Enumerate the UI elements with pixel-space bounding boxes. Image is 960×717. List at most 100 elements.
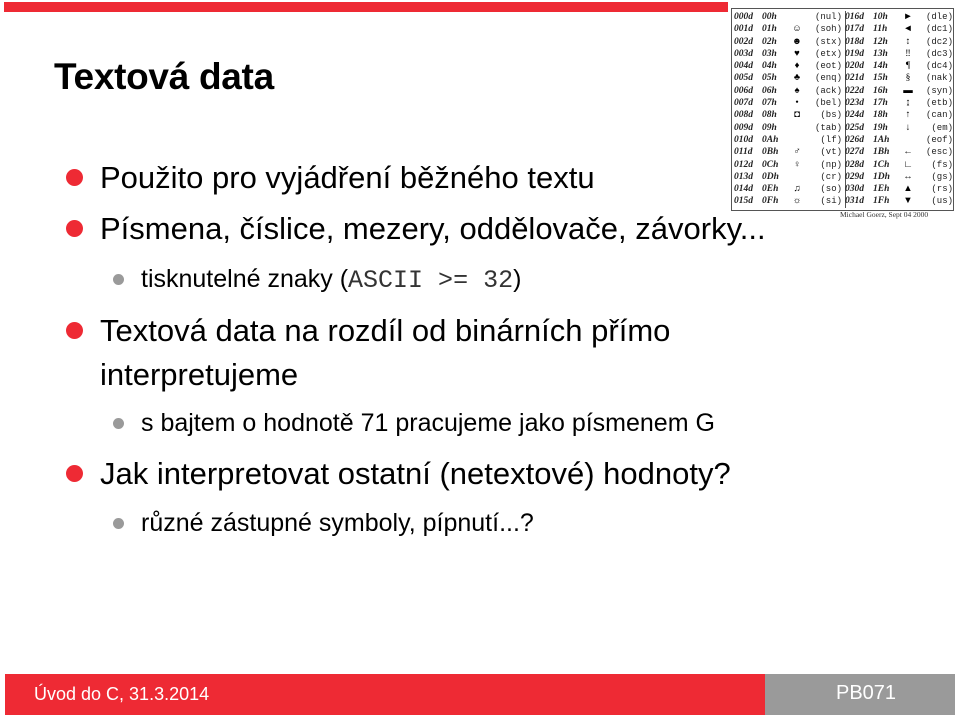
ascii-dec-code: 015d <box>734 196 753 207</box>
ascii-hex-code: 15h <box>873 73 888 84</box>
ascii-dec-code: 001d <box>734 24 753 35</box>
ascii-dec-code: 016d <box>845 12 864 22</box>
ascii-table-row: 004d 04h ♦ (eot) <box>734 60 845 72</box>
ascii-symbol: ☺ <box>792 24 802 35</box>
ascii-hex-code: 09h <box>762 122 777 133</box>
ascii-symbol: ♀ <box>793 159 801 170</box>
ascii-table-row: 021d 15h § (nak) <box>845 72 956 84</box>
ascii-hex-code: 13h <box>873 48 888 59</box>
ascii-symbol: ♥ <box>794 48 800 59</box>
ascii-control-name: (eot) <box>814 61 842 72</box>
ascii-dec-code: 024d <box>845 110 864 121</box>
ascii-control-name: (dc1) <box>925 24 953 35</box>
ascii-table-row: 030d 1Eh ▲ (rs) <box>845 183 956 195</box>
ascii-table-row: 000d 00h (nul) <box>734 11 845 23</box>
ascii-table-row: 001d 01h ☺ (soh) <box>734 23 845 35</box>
ascii-dec-code: 017d <box>845 24 864 35</box>
ascii-table-right-column: 016d 10h ► (dle) 017d 11h ◄ (dc1) 018d 12h ↕ (dc2) 0… <box>845 11 956 208</box>
ascii-symbol: ↓ <box>905 122 911 133</box>
ascii-symbol: ♦ <box>794 61 800 72</box>
ascii-hex-code: 07h <box>762 98 777 109</box>
ascii-table-row: 012d 0Ch ♀ (np) <box>734 159 845 171</box>
ascii-dec-code: 022d <box>845 85 864 96</box>
ascii-hex-code: 0Fh <box>762 196 779 207</box>
ascii-control-table-image: 000d 00h (nul) 001d 01h ☺ (soh) 002d 02h ☻ (stx) 00… <box>731 8 954 211</box>
ascii-hex-code: 06h <box>762 85 777 96</box>
ascii-dec-code: 029d <box>845 171 864 182</box>
ascii-symbol: ‼ <box>905 48 911 59</box>
ascii-symbol: ▲ <box>903 184 913 195</box>
sub-bullet-item: různé zástupné symboly, pípnutí...? <box>113 506 534 540</box>
ascii-symbol: ♠ <box>794 85 800 96</box>
ascii-dec-code: 011d <box>734 147 753 158</box>
ascii-hex-code: 0Ch <box>762 159 779 170</box>
ascii-symbol: ∟ <box>903 159 913 170</box>
ascii-table-row: 026d 1Ah (eof) <box>845 134 956 146</box>
ascii-symbol <box>788 11 806 23</box>
ascii-dec-code: 027d <box>845 147 864 158</box>
ascii-dec-code: 013d <box>734 171 753 182</box>
ascii-table-row: 005d 05h ♣ (enq) <box>734 72 845 84</box>
ascii-symbol: ♫ <box>793 184 801 195</box>
red-bullet-icon <box>66 220 83 237</box>
sub-bullet-suffix: ) <box>513 265 522 293</box>
ascii-control-name: (np) <box>820 159 842 170</box>
ascii-hex-code: 08h <box>762 110 777 121</box>
ascii-hex-code: 16h <box>873 85 888 96</box>
ascii-control-name: (gs) <box>931 171 953 182</box>
ascii-dec-code: 012d <box>734 159 753 170</box>
ascii-control-name: (lf) <box>820 134 842 145</box>
ascii-hex-code: 11h <box>873 24 888 35</box>
ascii-control-name: (nak) <box>925 73 953 84</box>
ascii-symbol: ♂ <box>793 147 801 158</box>
ascii-dec-code: 006d <box>734 85 753 96</box>
ascii-symbol <box>899 134 917 146</box>
ascii-symbol: ► <box>903 12 913 22</box>
footer-course-code: PB071 <box>836 682 897 704</box>
ascii-dec-code: 002d <box>734 36 753 47</box>
ascii-control-name: (syn) <box>925 85 953 96</box>
ascii-hex-code: 1Dh <box>873 171 890 182</box>
ascii-control-name: (fs) <box>931 159 953 170</box>
sub-bullet-item: s bajtem o hodnotě 71 pracujeme jako pís… <box>113 406 715 440</box>
ascii-control-name: (stx) <box>814 36 842 47</box>
ascii-dec-code: 018d <box>845 36 864 47</box>
bullet-text: Textová data na rozdíl od binárních přím… <box>100 313 671 348</box>
ascii-control-name: (enq) <box>814 73 842 84</box>
ascii-control-name: (bel) <box>814 98 842 109</box>
ascii-table-row: 019d 13h ‼ (dc3) <box>845 48 956 60</box>
ascii-dec-code: 019d <box>845 48 864 59</box>
ascii-control-name: (bs) <box>820 110 842 121</box>
ascii-dec-code: 000d <box>734 12 753 22</box>
ascii-hex-code: 00h <box>762 12 777 22</box>
ascii-table-row: 014d 0Eh ♫ (so) <box>734 183 845 195</box>
ascii-hex-code: 03h <box>762 48 777 59</box>
ascii-symbol <box>788 134 806 146</box>
ascii-dec-code: 005d <box>734 73 753 84</box>
ascii-table-row: 028d 1Ch ∟ (fs) <box>845 159 956 171</box>
ascii-table-row: 023d 17h ↨ (etb) <box>845 97 956 109</box>
red-bullet-icon <box>66 322 83 339</box>
ascii-table-row: 015d 0Fh ☼ (si) <box>734 195 845 207</box>
ascii-symbol: ▬ <box>903 85 913 96</box>
red-bullet-icon <box>66 465 83 482</box>
top-accent-bar <box>4 2 728 12</box>
ascii-hex-code: 18h <box>873 110 888 121</box>
ascii-control-name: (rs) <box>931 184 953 195</box>
ascii-hex-code: 0Dh <box>762 171 779 182</box>
ascii-control-name: (em) <box>931 122 953 133</box>
ascii-dec-code: 028d <box>845 159 864 170</box>
ascii-hex-code: 10h <box>873 12 888 22</box>
ascii-dec-code: 010d <box>734 134 753 145</box>
ascii-control-name: (esc) <box>925 147 953 158</box>
ascii-symbol: ◘ <box>794 110 800 121</box>
ascii-symbol: ↔ <box>903 171 913 182</box>
ascii-table-row: 002d 02h ☻ (stx) <box>734 36 845 48</box>
ascii-symbol: ◄ <box>903 24 913 35</box>
ascii-symbol: ☼ <box>792 196 802 207</box>
ascii-table-row: 007d 07h • (bel) <box>734 97 845 109</box>
ascii-symbol: ↕ <box>905 36 911 47</box>
ascii-dec-code: 004d <box>734 61 753 72</box>
sub-bullet-text: s bajtem o hodnotě 71 pracujeme jako pís… <box>141 409 715 437</box>
bullet-text: Písmena, číslice, mezery, oddělovače, zá… <box>100 211 766 246</box>
